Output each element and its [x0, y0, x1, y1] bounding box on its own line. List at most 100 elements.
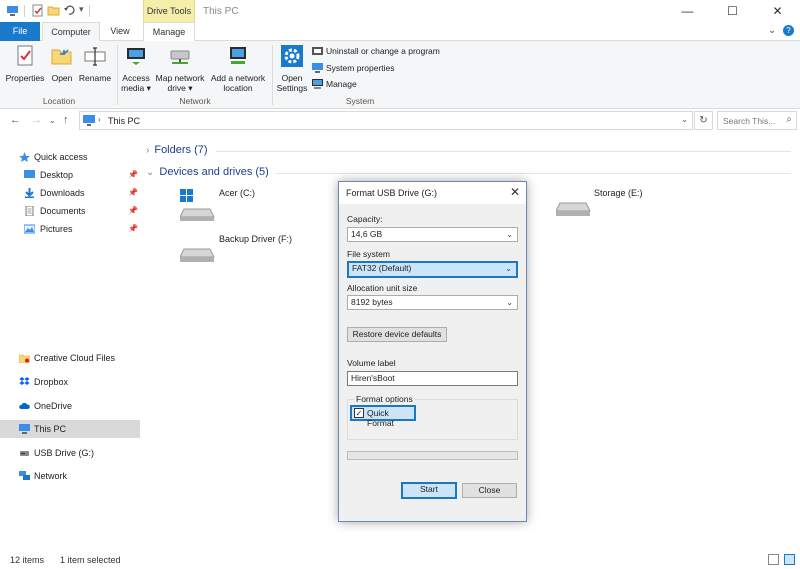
open-settings-button[interactable]: Open Settings — [275, 44, 309, 93]
sidebar-item-pictures[interactable]: Pictures 📌 — [0, 220, 140, 238]
sidebar-item-quick-access[interactable]: Quick access — [0, 148, 140, 166]
tab-computer[interactable]: Computer — [42, 22, 100, 42]
allocation-unit-select[interactable]: 8192 bytes ⌄ — [347, 295, 518, 310]
sidebar-item-creative-cloud[interactable]: Creative Cloud Files — [0, 349, 140, 367]
large-icons-view-icon[interactable] — [784, 554, 795, 565]
sidebar-item-onedrive[interactable]: OneDrive — [0, 397, 140, 415]
properties-quick-icon[interactable] — [31, 4, 44, 17]
tab-view[interactable]: View — [101, 22, 139, 41]
add-network-location-button[interactable]: Add a network location — [207, 44, 269, 93]
pin-icon: 📌 — [128, 206, 138, 215]
add-network-label-2: location — [223, 83, 253, 93]
properties-button[interactable]: Properties — [4, 44, 46, 83]
sidebar-item-downloads[interactable]: Downloads 📌 — [0, 184, 140, 202]
maximize-button[interactable]: ☐ — [710, 0, 755, 22]
map-network-drive-button[interactable]: Map network drive ▾ — [153, 44, 207, 93]
window-title: This PC — [203, 6, 239, 17]
properties-label: Properties — [5, 73, 45, 83]
undo-quick-icon[interactable] — [63, 4, 76, 17]
system-drive-icon — [180, 189, 215, 221]
address-dropdown-icon[interactable]: ⌄ — [681, 115, 688, 124]
add-network-label-1: Add a network — [210, 73, 266, 83]
open-settings-label-2: Settings — [276, 83, 308, 93]
new-folder-quick-icon[interactable] — [47, 4, 60, 17]
uninstall-icon — [312, 47, 323, 55]
sidebar-item-documents[interactable]: Documents 📌 — [0, 202, 140, 220]
breadcrumb-chevron-icon[interactable]: › — [98, 115, 101, 124]
volume-label-input[interactable]: Hiren'sBoot — [347, 371, 518, 386]
computer-management-icon — [312, 79, 323, 89]
capacity-select[interactable]: 14,6 GB ⌄ — [347, 227, 518, 242]
minimize-button[interactable]: — — [665, 0, 710, 22]
separator — [272, 45, 273, 105]
dialog-title: Format USB Drive (G:) — [346, 188, 438, 198]
search-placeholder: Search This... — [723, 116, 776, 126]
chevron-down-icon: ⌄ — [146, 167, 155, 178]
address-bar[interactable]: › This PC ⌄ — [79, 111, 693, 130]
collapse-ribbon-icon[interactable]: ⌄ — [768, 25, 776, 36]
divider — [216, 151, 791, 152]
onedrive-cloud-icon — [19, 402, 30, 409]
refresh-icon: ↻ — [699, 115, 708, 126]
search-input[interactable]: Search This... ⌕ — [717, 111, 797, 130]
quick-format-checkbox[interactable]: ✓ Quick Format — [350, 405, 416, 428]
divider — [276, 173, 791, 174]
sidebar-item-label: USB Drive (G:) — [34, 448, 95, 458]
forward-arrow-icon[interactable]: → — [31, 114, 42, 126]
rename-button[interactable]: Rename — [78, 44, 112, 83]
sidebar-item-label: Dropbox — [34, 377, 69, 387]
refresh-button[interactable]: ↻ — [694, 111, 713, 130]
tab-manage[interactable]: Manage — [143, 22, 195, 42]
file-system-select[interactable]: FAT32 (Default) ⌄ — [347, 261, 518, 278]
network-drive-icon — [170, 50, 190, 64]
drive-storage-e[interactable]: Storage (E:) — [556, 185, 706, 225]
sidebar-item-label: This PC — [34, 424, 67, 434]
network-icon — [19, 471, 30, 480]
pictures-icon — [24, 224, 35, 234]
details-view-icon[interactable] — [768, 554, 779, 565]
tab-file[interactable]: File — [0, 22, 40, 41]
close-button[interactable]: ✕ — [755, 0, 800, 22]
close-dialog-button[interactable]: Close — [462, 483, 517, 498]
customize-quick-access-icon[interactable]: ▾ — [79, 4, 84, 15]
hard-drive-icon — [180, 248, 215, 262]
sidebar-item-desktop[interactable]: Desktop 📌 — [0, 166, 140, 184]
back-arrow-icon[interactable]: ← — [10, 114, 21, 126]
drive-backup-f[interactable]: Backup Driver (F:) — [180, 231, 350, 271]
folders-group-header[interactable]: › Folders (7) — [146, 144, 208, 156]
system-properties-command[interactable]: System properties — [312, 61, 395, 75]
title-bar: ▾ Drive Tools This PC — ☐ ✕ — [0, 0, 800, 22]
rename-label: Rename — [78, 73, 112, 83]
breadcrumb[interactable]: This PC — [108, 116, 140, 126]
restore-defaults-button[interactable]: Restore device defaults — [347, 327, 447, 342]
drive-label: Storage (E:) — [594, 188, 643, 198]
recent-locations-icon[interactable]: ⌄ — [49, 116, 56, 125]
ribbon-tab-bar: File Computer View Manage ⌄ ? — [0, 22, 800, 42]
uninstall-program-command[interactable]: Uninstall or change a program — [312, 44, 440, 58]
sidebar-item-usb-drive[interactable]: USB Drive (G:) — [0, 444, 140, 462]
devices-group-header[interactable]: ⌄ Devices and drives (5) — [146, 166, 269, 178]
dialog-close-icon[interactable]: ✕ — [510, 185, 520, 199]
sidebar-item-this-pc[interactable]: This PC — [0, 420, 140, 438]
creative-cloud-folder-icon — [19, 354, 30, 363]
usb-drive-icon — [20, 451, 29, 456]
drive-acer-c[interactable]: Acer (C:) — [180, 185, 330, 225]
sidebar-item-dropbox[interactable]: Dropbox — [0, 373, 140, 391]
sidebar-item-network[interactable]: Network — [0, 467, 140, 485]
start-button[interactable]: Start — [401, 482, 457, 499]
settings-gear-icon — [281, 45, 303, 67]
help-icon[interactable]: ? — [783, 25, 794, 36]
sidebar-item-label: Quick access — [34, 152, 88, 162]
pin-icon: 📌 — [128, 188, 138, 197]
up-arrow-icon[interactable]: ↑ — [63, 114, 69, 126]
pin-icon: 📌 — [128, 170, 138, 179]
chevron-down-icon: ⌄ — [505, 264, 512, 273]
access-media-button[interactable]: Access media ▾ — [120, 44, 152, 93]
manage-command[interactable]: Manage — [312, 77, 357, 91]
open-label: Open — [51, 73, 73, 83]
sidebar-item-label: Desktop — [40, 170, 74, 180]
open-button[interactable]: Open — [48, 44, 76, 83]
drive-tools-contextual-tab: Drive Tools — [143, 0, 195, 22]
properties-icon — [17, 45, 33, 66]
checkmark-icon: ✓ — [354, 408, 364, 418]
